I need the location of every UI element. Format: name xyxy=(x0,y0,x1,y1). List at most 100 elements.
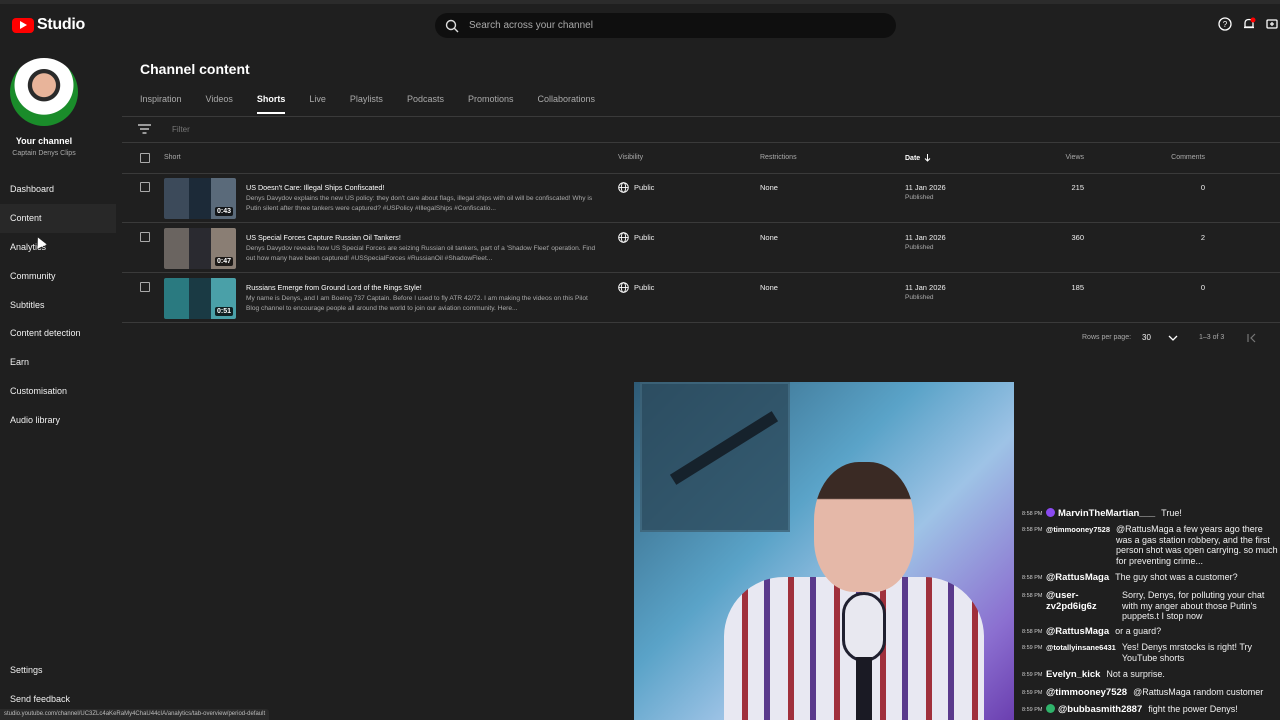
video-thumbnail[interactable]: 0:51 xyxy=(164,278,236,319)
chat-message: 8:58 PM @RattusMaga The guy shot was a c… xyxy=(1014,572,1280,583)
rows-per-page-label: Rows per page: xyxy=(1082,334,1132,341)
globe-icon xyxy=(618,232,629,243)
sidebar-item-analytics[interactable]: Analytics xyxy=(0,233,116,262)
video-description: Denys Davydov reveals how US Special For… xyxy=(246,245,596,262)
globe-icon xyxy=(618,182,629,193)
chat-text: or a guard? xyxy=(1115,626,1162,636)
chat-user-name: @bubbasmith2887 xyxy=(1058,704,1143,715)
chat-time: 8:59 PM xyxy=(1022,645,1043,651)
chat-user: @RattusMaga xyxy=(1046,626,1110,637)
rows-per-page-value[interactable]: 30 xyxy=(1142,333,1151,342)
visibility-cell[interactable]: Public xyxy=(618,232,654,243)
video-thumbnail[interactable]: 0:47 xyxy=(164,228,236,269)
visibility-label: Public xyxy=(634,183,655,192)
chevron-down-icon[interactable] xyxy=(1168,333,1178,343)
sidebar-nav: Dashboard Content Analytics Community Su… xyxy=(0,175,116,434)
create-video-icon[interactable] xyxy=(1266,17,1280,31)
chat-text: @RattusMaga a few years ago there was a … xyxy=(1116,524,1278,566)
sidebar-item-customisation[interactable]: Customisation xyxy=(0,377,116,406)
microphone xyxy=(842,592,886,662)
video-title[interactable]: US Doesn't Care: Illegal Ships Confiscat… xyxy=(246,183,384,192)
views-value: 215 xyxy=(1071,183,1084,192)
tab-promotions[interactable]: Promotions xyxy=(468,94,514,114)
sidebar-item-audio-library[interactable]: Audio library xyxy=(0,405,116,434)
row-checkbox[interactable] xyxy=(140,182,150,192)
chat-message: 8:59 PM @bubbasmith2887 fight the power … xyxy=(1014,704,1280,715)
chat-time: 8:59 PM xyxy=(1022,672,1043,678)
video-duration: 0:51 xyxy=(214,307,233,316)
row-checkbox[interactable] xyxy=(140,282,150,292)
video-title[interactable]: US Special Forces Capture Russian Oil Ta… xyxy=(246,233,401,242)
publish-status: Published xyxy=(905,194,934,201)
search-input[interactable] xyxy=(469,20,849,31)
video-thumbnail[interactable]: 0:43 xyxy=(164,178,236,219)
visibility-label: Public xyxy=(634,233,655,242)
tab-playlists[interactable]: Playlists xyxy=(350,94,383,114)
chat-message: 8:59 PM Evelyn_kick Not a surprise. xyxy=(1014,669,1280,680)
visibility-cell[interactable]: Public xyxy=(618,182,654,193)
chat-time: 8:58 PM xyxy=(1022,575,1043,581)
chat-text: fight the power Denys! xyxy=(1148,704,1238,714)
page-range: 1–3 of 3 xyxy=(1199,334,1225,341)
chat-message: 8:58 PM @timmooney7528 @RattusMaga a few… xyxy=(1014,524,1280,566)
table-row[interactable]: 0:47 US Special Forces Capture Russian O… xyxy=(122,223,1280,273)
member-badge-icon xyxy=(1046,508,1055,517)
chat-user: Evelyn_kick xyxy=(1046,669,1101,680)
filter-input[interactable] xyxy=(172,125,472,134)
sidebar-item-content-detection[interactable]: Content detection xyxy=(0,319,116,348)
channel-avatar[interactable] xyxy=(10,58,78,126)
table-row[interactable]: 0:43 US Doesn't Care: Illegal Ships Conf… xyxy=(122,173,1280,223)
video-description: Denys Davydov explains the new US policy… xyxy=(246,195,593,212)
chat-user: @timmooney7528 xyxy=(1046,687,1128,698)
date-value: 11 Jan 2026 xyxy=(905,283,946,292)
search-bar[interactable] xyxy=(435,13,896,38)
tab-podcasts[interactable]: Podcasts xyxy=(407,94,444,114)
chat-time: 8:59 PM xyxy=(1022,690,1043,696)
sidebar-item-community[interactable]: Community xyxy=(0,261,116,290)
chat-time: 8:58 PM xyxy=(1022,527,1043,533)
video-duration: 0:47 xyxy=(214,257,233,266)
visibility-cell[interactable]: Public xyxy=(618,282,654,293)
comments-value: 0 xyxy=(1200,283,1205,292)
tab-collaborations[interactable]: Collaborations xyxy=(538,94,596,114)
restrictions-value: None xyxy=(760,233,778,242)
select-all-checkbox[interactable] xyxy=(140,153,150,163)
row-checkbox[interactable] xyxy=(140,232,150,242)
column-short: Short xyxy=(164,154,181,161)
tab-inspiration[interactable]: Inspiration xyxy=(140,94,182,114)
table-row[interactable]: 0:51 Russians Emerge from Ground Lord of… xyxy=(122,273,1280,323)
first-page-icon[interactable] xyxy=(1246,332,1258,344)
chat-time: 8:58 PM xyxy=(1022,629,1043,635)
views-value: 185 xyxy=(1071,283,1084,292)
sidebar-item-subtitles[interactable]: Subtitles xyxy=(0,290,116,319)
chat-time: 8:58 PM xyxy=(1022,593,1043,599)
sidebar-item-earn[interactable]: Earn xyxy=(0,348,116,377)
chat-message: 8:58 PM @RattusMaga or a guard? xyxy=(1014,626,1280,637)
tab-videos[interactable]: Videos xyxy=(206,94,233,114)
filter-icon[interactable] xyxy=(138,124,151,134)
tab-live[interactable]: Live xyxy=(309,94,326,114)
chat-user-name: MarvinTheMartian___ xyxy=(1058,508,1156,519)
chat-text: The guy shot was a customer? xyxy=(1115,572,1238,582)
top-actions: ? xyxy=(1218,17,1280,31)
publish-status: Published xyxy=(905,244,934,251)
sidebar-item-settings[interactable]: Settings xyxy=(10,665,43,675)
column-date-label: Date xyxy=(905,154,921,162)
video-title[interactable]: Russians Emerge from Ground Lord of the … xyxy=(246,283,422,292)
help-icon[interactable]: ? xyxy=(1218,17,1232,31)
chat-time: 8:59 PM xyxy=(1022,707,1043,713)
sidebar-item-content[interactable]: Content xyxy=(0,203,116,233)
sidebar-item-send-feedback[interactable]: Send feedback xyxy=(10,694,70,704)
tab-shorts[interactable]: Shorts xyxy=(256,94,285,114)
column-date[interactable]: Date xyxy=(905,154,931,162)
chat-text: Yes! Denys mrstocks is right! Try YouTub… xyxy=(1121,642,1253,663)
chat-user: @bubbasmith2887 xyxy=(1046,704,1142,715)
sidebar-item-dashboard[interactable]: Dashboard xyxy=(0,175,116,204)
chat-user: @RattusMaga xyxy=(1046,572,1110,583)
restrictions-value: None xyxy=(760,283,778,292)
chat-text: True! xyxy=(1161,508,1182,518)
studio-logo[interactable]: Studio xyxy=(12,16,85,34)
page-title: Channel content xyxy=(140,61,250,77)
notifications-bell-icon[interactable] xyxy=(1242,17,1256,31)
microphone-stand xyxy=(856,657,872,720)
